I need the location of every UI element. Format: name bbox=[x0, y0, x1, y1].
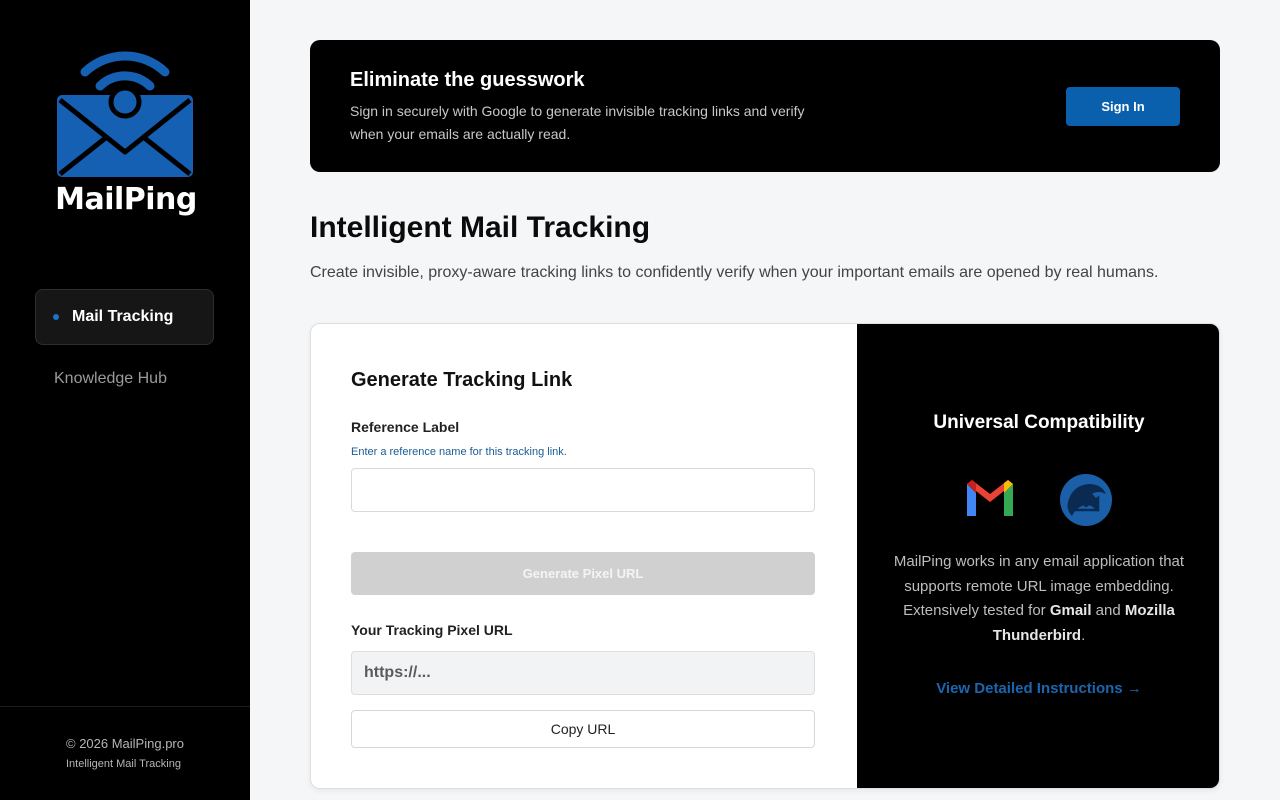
sidebar: MailPing Mail Tracking Knowledge Hub © 2… bbox=[0, 0, 250, 800]
reference-label: Reference Label bbox=[351, 419, 460, 435]
footer-tagline: Intelligent Mail Tracking bbox=[66, 758, 181, 770]
compatibility-title: Universal Compatibility bbox=[933, 412, 1145, 433]
generator-title: Generate Tracking Link bbox=[351, 369, 573, 391]
tracking-url-label: Your Tracking Pixel URL bbox=[351, 622, 513, 638]
page-title: Intelligent Mail Tracking bbox=[310, 211, 651, 244]
tracking-url-field[interactable] bbox=[351, 651, 815, 695]
sidebar-item-mail-tracking[interactable]: Mail Tracking bbox=[35, 289, 214, 345]
brand-name: MailPing bbox=[55, 182, 197, 217]
signin-banner: Eliminate the guesswork Sign in securely… bbox=[310, 40, 1220, 172]
reference-hint: Enter a reference name for this tracking… bbox=[351, 446, 567, 458]
sidebar-item-knowledge-hub[interactable]: Knowledge Hub bbox=[54, 370, 167, 388]
generate-pixel-url-button[interactable]: Generate Pixel URL bbox=[351, 552, 815, 595]
banner-title: Eliminate the guesswork bbox=[350, 69, 585, 91]
bullet-dot-icon bbox=[53, 314, 59, 320]
compatibility-panel: Universal Compatibility MailPing works i… bbox=[857, 324, 1219, 788]
envelope-signal-icon bbox=[55, 51, 195, 179]
compatibility-description: MailPing works in any email application … bbox=[893, 553, 1185, 644]
page-subtitle: Create invisible, proxy-aware tracking l… bbox=[310, 264, 1159, 281]
thunderbird-icon bbox=[1060, 474, 1112, 526]
sign-in-button[interactable]: Sign In bbox=[1066, 87, 1180, 126]
copy-url-button[interactable]: Copy URL bbox=[351, 710, 815, 748]
gmail-icon bbox=[967, 480, 1013, 516]
generator-panel: Generate Tracking Link Reference Label E… bbox=[311, 324, 857, 788]
view-instructions-link[interactable]: View Detailed Instructions → bbox=[857, 680, 1219, 697]
mailping-logo[interactable]: MailPing bbox=[54, 44, 198, 224]
sidebar-item-label: Mail Tracking bbox=[72, 308, 174, 325]
sidebar-footer: © 2026 MailPing.pro Intelligent Mail Tra… bbox=[0, 706, 250, 800]
banner-text: Sign in securely with Google to generate… bbox=[350, 103, 805, 142]
copyright-text: © 2026 MailPing.pro bbox=[66, 736, 184, 751]
reference-input[interactable] bbox=[351, 468, 815, 512]
tracking-card: Generate Tracking Link Reference Label E… bbox=[310, 323, 1220, 789]
